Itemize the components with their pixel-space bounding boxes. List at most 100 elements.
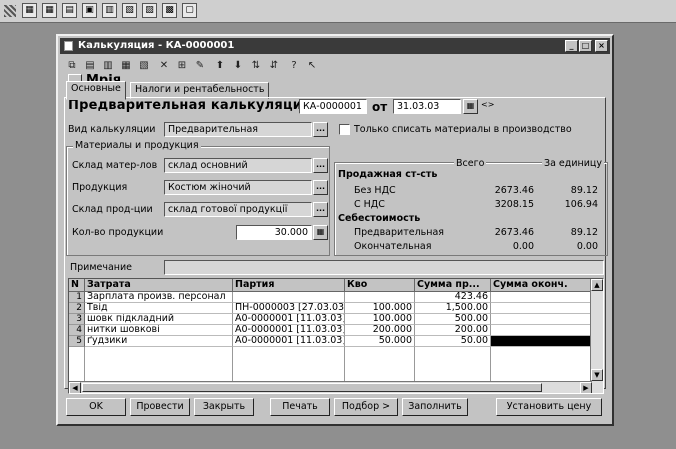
materials-group-title: Материалы и продукция	[73, 140, 201, 151]
grid-line	[344, 347, 345, 383]
window-icon[interactable]: ▦	[42, 3, 57, 18]
vertical-scrollbar[interactable]: ▲ ▼	[590, 279, 603, 393]
maximize-button[interactable]: □	[579, 40, 592, 52]
sum-final-cell-selected[interactable]	[491, 336, 592, 347]
scroll-thumb[interactable]	[82, 383, 542, 392]
row-number: 1	[69, 292, 85, 303]
column-header-cost[interactable]: Затрата	[85, 279, 233, 292]
final-total: 0.00	[512, 241, 534, 252]
batch-cell[interactable]	[233, 292, 345, 303]
qty-cell[interactable]: 50.000	[345, 336, 415, 347]
no-vat-total: 2673.46	[494, 185, 534, 196]
sum-final-cell[interactable]	[491, 325, 592, 336]
calendar-icon[interactable]: ▦	[463, 99, 478, 114]
window-icon[interactable]: ▩	[162, 3, 177, 18]
batch-cell[interactable]: А0-0000001 [11.03.03]	[233, 314, 345, 325]
sum-final-cell[interactable]	[491, 292, 592, 303]
column-header-batch[interactable]: Партия	[233, 279, 345, 292]
doc-date-field[interactable]: 31.03.03	[393, 99, 461, 114]
horizontal-scrollbar[interactable]: ◀ ▶	[69, 381, 592, 393]
qty-cell[interactable]: 100.000	[345, 303, 415, 314]
scroll-left-icon[interactable]: ◀	[69, 382, 81, 393]
window-icon[interactable]: ▧	[122, 3, 137, 18]
write-off-label: Только списать материалы в производство	[354, 124, 572, 135]
product-warehouse-select-button[interactable]: ...	[313, 202, 328, 217]
scroll-down-icon[interactable]: ▼	[591, 369, 603, 381]
select-button[interactable]: Подбор >	[334, 398, 398, 416]
warehouse-select-button[interactable]: ...	[313, 158, 328, 173]
scroll-up-icon[interactable]: ▲	[591, 279, 603, 291]
window-icon[interactable]: ▣	[82, 3, 97, 18]
window-icon[interactable]: ▥	[102, 3, 117, 18]
app-toolbar: ▦ ▦ ▤ ▣ ▥ ▧ ▨ ▩ ▢	[0, 0, 676, 23]
post-button[interactable]: Провести	[130, 398, 190, 416]
warehouse-field[interactable]: склад основний	[164, 158, 312, 173]
cost-cell[interactable]: Зарплата произв. персонал	[85, 292, 233, 303]
cost-cell[interactable]: ґудзики	[85, 336, 233, 347]
delete-row-icon[interactable]: ✕	[156, 58, 172, 74]
sort-asc-icon[interactable]: ⇅	[248, 58, 264, 74]
scroll-right-icon[interactable]: ▶	[580, 382, 592, 393]
batch-cell[interactable]: А0-0000001 [11.03.03]	[233, 336, 345, 347]
column-header-sum-final[interactable]: Сумма оконч.	[491, 279, 592, 292]
column-header-sum-pre[interactable]: Сумма пр...	[415, 279, 491, 292]
sum-pre-cell[interactable]: 200.00	[415, 325, 491, 336]
cost-cell[interactable]: шовк підкладний	[85, 314, 233, 325]
column-header-qty[interactable]: Кво	[345, 279, 415, 292]
doc-nav[interactable]: <>	[481, 100, 494, 109]
product-warehouse-field[interactable]: склад готової продукції	[164, 202, 312, 217]
calculator-icon[interactable]: ▦	[313, 225, 328, 240]
set-price-button[interactable]: Установить цену	[496, 398, 602, 416]
help-icon[interactable]: ?	[286, 58, 302, 74]
sum-final-cell[interactable]	[491, 303, 592, 314]
batch-cell[interactable]: А0-0000001 [11.03.03]	[233, 325, 345, 336]
edit-row-icon[interactable]: ✎	[192, 58, 208, 74]
copy-icon[interactable]: ⧉	[64, 58, 80, 74]
qty-cell[interactable]: 100.000	[345, 314, 415, 325]
print-button[interactable]: Печать	[270, 398, 330, 416]
note-field[interactable]	[164, 260, 604, 275]
close-window-button[interactable]: ×	[595, 40, 608, 52]
qty-cell[interactable]	[345, 292, 415, 303]
tab-main[interactable]: Основные	[66, 81, 126, 100]
minimize-button[interactable]: _	[565, 40, 578, 52]
quantity-label: Кол-во продукции	[72, 227, 164, 238]
calc-kind-select-button[interactable]: ...	[313, 122, 328, 137]
fill-button[interactable]: Заполнить	[402, 398, 468, 416]
close-button[interactable]: Закрыть	[194, 398, 254, 416]
table-icon[interactable]: ▦	[118, 58, 134, 74]
total-header: Всего	[454, 158, 487, 169]
calc-kind-field[interactable]: Предварительная	[164, 122, 312, 137]
sum-final-cell[interactable]	[491, 314, 592, 325]
sum-pre-cell[interactable]: 500.00	[415, 314, 491, 325]
insert-row-icon[interactable]: ⊞	[174, 58, 190, 74]
table-icon[interactable]: ▧	[136, 58, 152, 74]
sum-pre-cell[interactable]: 1,500.00	[415, 303, 491, 314]
qty-cell[interactable]: 200.000	[345, 325, 415, 336]
window-icon[interactable]: ▨	[142, 3, 157, 18]
sum-pre-cell[interactable]: 50.00	[415, 336, 491, 347]
product-select-button[interactable]: ...	[313, 180, 328, 195]
cost-cell[interactable]: нитки шовкові	[85, 325, 233, 336]
sort-desc-icon[interactable]: ⇵	[266, 58, 282, 74]
page-title: Предварительная калькуляция	[68, 98, 311, 113]
row-number: 5	[69, 336, 85, 347]
sum-pre-cell[interactable]: 423.46	[415, 292, 491, 303]
write-off-checkbox[interactable]	[339, 124, 350, 135]
product-field[interactable]: Костюм жіночий	[164, 180, 312, 195]
window-icon[interactable]: ▤	[62, 3, 77, 18]
window-icon[interactable]: ▦	[22, 3, 37, 18]
move-down-icon[interactable]: ⬇	[230, 58, 246, 74]
cost-cell[interactable]: Твід	[85, 303, 233, 314]
batch-cell[interactable]: ПН-0000003 [27.03.03]	[233, 303, 345, 314]
column-header-n[interactable]: N	[69, 279, 85, 292]
context-help-icon[interactable]: ↖	[304, 58, 320, 74]
quantity-field[interactable]: 30.000	[236, 225, 312, 240]
ok-button[interactable]: OK	[66, 398, 126, 416]
window-icon[interactable]: ▢	[182, 3, 197, 18]
table-icon[interactable]: ▥	[100, 58, 116, 74]
doc-number-field[interactable]: КА-0000001	[299, 99, 367, 114]
table-icon[interactable]: ▤	[82, 58, 98, 74]
move-up-icon[interactable]: ⬆	[212, 58, 228, 74]
grid-line	[490, 347, 491, 383]
